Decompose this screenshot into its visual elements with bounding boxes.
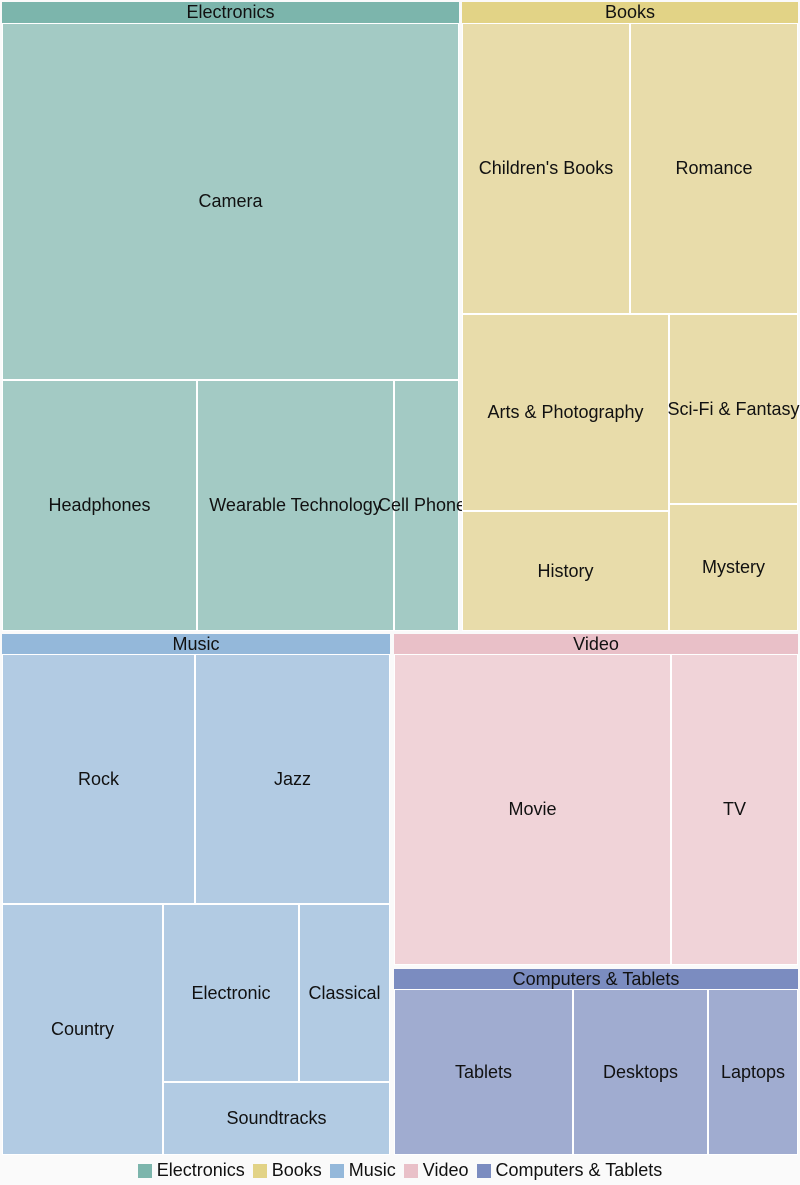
treemap-tile-tablets[interactable]: Tablets [394,989,573,1155]
tile-label: TV [722,799,746,819]
treemap-tile-camera[interactable]: Camera [2,23,459,380]
treemap-tile-jazz[interactable]: Jazz [195,654,390,904]
treemap-tile-country[interactable]: Country [2,904,163,1155]
group-header-computers-and-tablets[interactable]: Computers & Tablets [394,969,798,989]
tile-label: Sci-Fi & Fantasy [667,398,800,419]
treemap-chart: Electronics Camera Headphones Wearable Tech… [0,0,800,1155]
treemap-tile-history[interactable]: History [462,511,669,631]
tile-label: Soundtracks [226,1108,327,1128]
treemap-tile-rock[interactable]: Rock [2,654,195,904]
legend-swatch-icon [476,1163,491,1178]
legend-item-music[interactable]: Music [329,1160,396,1181]
tile-label: Camera [198,191,263,211]
treemap-tile-classical[interactable]: Classical [299,904,390,1082]
treemap-tile-headphones[interactable]: Headphones [2,380,197,631]
tile-label: Electronic [191,982,271,1003]
tile-label: Tablets [454,1061,513,1082]
group-header-video[interactable]: Video [394,634,798,654]
tile-label: History [537,560,594,581]
group-header-electronics[interactable]: Electronics [2,2,459,23]
treemap-tile-soundtracks[interactable]: Soundtracks [163,1082,390,1155]
tile-label: Jazz [273,768,311,789]
tile-label: Laptops [720,1061,786,1082]
tile-label: Desktops [602,1061,679,1082]
treemap-tile-wearable-technology[interactable]: Wearable Technology [197,380,394,631]
treemap-tile-laptops[interactable]: Laptops [708,989,798,1155]
legend-item-video[interactable]: Video [403,1160,469,1181]
tile-label: Movie [508,799,557,819]
tile-label: Country [50,1019,115,1039]
treemap-tile-electronic[interactable]: Electronic [163,904,299,1082]
treemap-tile-romance[interactable]: Romance [630,23,798,314]
treemap-tile-desktops[interactable]: Desktops [573,989,708,1155]
tile-label: Arts & Photography [487,402,644,422]
legend-label: Electronics [156,1160,245,1180]
tile-label: Rock [77,768,119,789]
legend-label: Music [348,1160,396,1180]
group-header-books[interactable]: Books [462,2,798,23]
tile-label: Children's Books [478,158,614,178]
tile-label: Mystery [702,557,765,577]
treemap-tile-sci-fi-and-fantasy[interactable]: Sci-Fi & Fantasy [667,314,800,504]
legend-item-electronics[interactable]: Electronics [137,1160,245,1181]
tile-label: Classical [308,982,381,1003]
tile-label: Headphones [48,495,151,515]
legend-label: Video [422,1160,469,1180]
legend-item-books[interactable]: Books [252,1160,322,1181]
treemap-tile-tv[interactable]: TV [671,654,798,965]
tile-label: Wearable Technology [209,495,382,515]
treemap-tile-cell-phones[interactable]: Cell Phones [378,380,475,631]
legend: Electronics Books Music Video Computers … [0,1156,800,1185]
legend-label: Books [271,1160,322,1180]
treemap-tile-children-s-books[interactable]: Children's Books [462,23,630,314]
tile-label: Romance [675,158,753,178]
treemap-tile-movie[interactable]: Movie [394,654,671,965]
legend-swatch-icon [329,1163,344,1178]
treemap-tile-mystery[interactable]: Mystery [669,504,798,631]
legend-item-computers-tablets[interactable]: Computers & Tablets [476,1160,663,1181]
treemap-tile-arts-and-photography[interactable]: Arts & Photography [462,314,669,511]
legend-swatch-icon [252,1163,267,1178]
group-header-music[interactable]: Music [2,634,390,654]
legend-label: Computers & Tablets [495,1160,663,1180]
tile-label: Cell Phones [377,495,476,515]
legend-swatch-icon [403,1163,418,1178]
legend-swatch-icon [137,1163,152,1178]
